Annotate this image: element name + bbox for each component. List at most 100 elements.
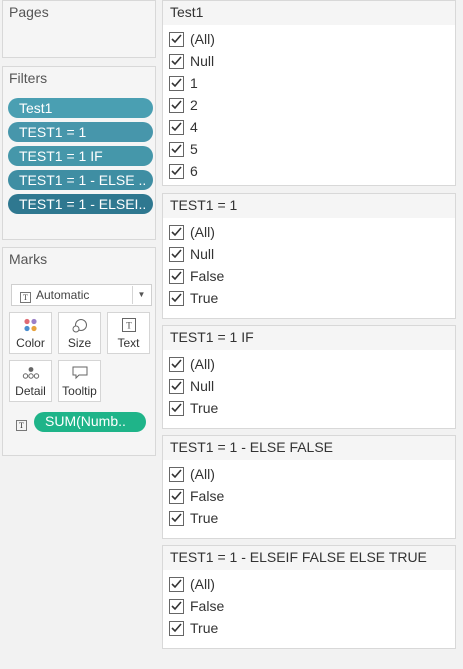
filter-option[interactable]: False — [163, 595, 455, 617]
filter-option[interactable]: 5 — [163, 138, 455, 160]
filter-card: Test1 (All) Null 1 2 4 5 6 — [162, 0, 456, 186]
filter-option-label: (All) — [190, 576, 215, 592]
checkbox-checked-icon[interactable] — [169, 488, 184, 504]
checkbox-checked-icon[interactable] — [169, 356, 184, 372]
filter-option-label: False — [190, 268, 225, 284]
detail-button[interactable]: Detail — [9, 360, 52, 402]
checkbox-checked-icon[interactable] — [169, 400, 184, 416]
filter-option-label: (All) — [190, 356, 215, 372]
filter-card: TEST1 = 1 - ELSEIF FALSE ELSE TRUE (All) F… — [162, 545, 456, 649]
mark-type-value: Automatic — [36, 288, 90, 302]
filter-card: TEST1 = 1 (All) Null False True — [162, 193, 456, 319]
filter-card-title[interactable]: TEST1 = 1 - ELSEIF FALSE ELSE TRUE — [163, 546, 455, 570]
filter-option[interactable]: (All) — [163, 573, 455, 595]
filter-option[interactable]: Null — [163, 243, 455, 265]
filter-pill[interactable]: TEST1 = 1 - ELSE .. — [8, 170, 153, 190]
filter-option-label: 4 — [190, 119, 198, 135]
filter-option-label: 2 — [190, 97, 198, 113]
filter-card: TEST1 = 1 - ELSE FALSE (All) False True — [162, 435, 456, 539]
filter-option-label: False — [190, 488, 225, 504]
filter-option[interactable]: (All) — [163, 353, 455, 375]
filter-option-label: 6 — [190, 163, 198, 179]
marks-card: Marks T Automatic ▼ Color Size T Text Det… — [2, 247, 156, 456]
filter-option[interactable]: (All) — [163, 463, 455, 485]
filter-card-title[interactable]: Test1 — [163, 1, 455, 25]
text-label: Text — [117, 336, 140, 350]
checkbox-checked-icon[interactable] — [169, 510, 184, 526]
color-label: Color — [16, 336, 45, 350]
detail-label: Detail — [15, 384, 46, 398]
filter-option-label: Null — [190, 378, 215, 394]
chevron-down-icon[interactable]: ▼ — [132, 286, 150, 304]
filter-option-label: (All) — [190, 31, 215, 47]
tooltip-label: Tooltip — [62, 384, 97, 398]
checkbox-checked-icon[interactable] — [169, 119, 184, 135]
filter-option[interactable]: Null — [163, 375, 455, 397]
filter-option[interactable]: 6 — [163, 160, 455, 182]
size-button[interactable]: Size — [58, 312, 101, 354]
checkbox-checked-icon[interactable] — [169, 75, 184, 91]
checkbox-checked-icon[interactable] — [169, 141, 184, 157]
filter-option-label: (All) — [190, 224, 215, 240]
filter-card-title[interactable]: TEST1 = 1 IF — [163, 326, 455, 350]
filter-option[interactable]: True — [163, 287, 455, 309]
checkbox-checked-icon[interactable] — [169, 620, 184, 636]
filter-pill[interactable]: TEST1 = 1 - ELSEI.. — [8, 194, 153, 214]
filter-option-label: 5 — [190, 141, 198, 157]
filter-option[interactable]: True — [163, 617, 455, 639]
filter-option-label: 1 — [190, 75, 198, 91]
detail-icon — [22, 367, 39, 379]
mark-type-dropdown[interactable]: T Automatic ▼ — [11, 284, 152, 306]
filter-pill[interactable]: TEST1 = 1 — [8, 122, 153, 142]
filters-shelf[interactable]: Filters Test1 TEST1 = 1 TEST1 = 1 IF TES… — [2, 66, 156, 240]
checkbox-checked-icon[interactable] — [169, 378, 184, 394]
filter-option-label: Null — [190, 53, 215, 69]
checkbox-checked-icon[interactable] — [169, 224, 184, 240]
checkbox-checked-icon[interactable] — [169, 268, 184, 284]
filter-option[interactable]: False — [163, 485, 455, 507]
filter-option[interactable]: (All) — [163, 221, 455, 243]
filter-card-title[interactable]: TEST1 = 1 - ELSE FALSE — [163, 436, 455, 460]
checkbox-checked-icon[interactable] — [169, 97, 184, 113]
color-button[interactable]: Color — [9, 312, 52, 354]
tooltip-icon — [72, 366, 87, 380]
filter-card-title[interactable]: TEST1 = 1 — [163, 194, 455, 218]
checkbox-checked-icon[interactable] — [169, 290, 184, 306]
text-icon: T — [121, 318, 136, 332]
filter-option[interactable]: 2 — [163, 94, 455, 116]
text-mark-icon: T — [20, 292, 31, 303]
filter-pill[interactable]: Test1 — [8, 98, 153, 118]
filter-option-label: True — [190, 400, 219, 416]
filter-option[interactable]: 1 — [163, 72, 455, 94]
filter-option-label: True — [190, 620, 219, 636]
marks-title: Marks — [9, 251, 48, 267]
filters-title: Filters — [9, 70, 48, 86]
filter-option[interactable]: (All) — [163, 28, 455, 50]
text-mark-icon: T — [16, 420, 27, 431]
filter-option[interactable]: True — [163, 507, 455, 529]
filter-option-label: True — [190, 510, 219, 526]
filter-pill[interactable]: TEST1 = 1 IF — [8, 146, 153, 166]
checkbox-checked-icon[interactable] — [169, 53, 184, 69]
checkbox-checked-icon[interactable] — [169, 598, 184, 614]
filter-option[interactable]: Null — [163, 50, 455, 72]
checkbox-checked-icon[interactable] — [169, 576, 184, 592]
size-label: Size — [67, 336, 92, 350]
checkbox-checked-icon[interactable] — [169, 466, 184, 482]
pages-title: Pages — [9, 4, 49, 20]
filter-option-label: Null — [190, 246, 215, 262]
pages-shelf[interactable]: Pages — [2, 0, 156, 58]
filter-option[interactable]: True — [163, 397, 455, 419]
checkbox-checked-icon[interactable] — [169, 246, 184, 262]
size-icon — [72, 319, 87, 333]
filter-option[interactable]: False — [163, 265, 455, 287]
checkbox-checked-icon[interactable] — [169, 31, 184, 47]
filter-option-label: (All) — [190, 466, 215, 482]
filter-option-label: False — [190, 598, 225, 614]
text-button[interactable]: T Text — [107, 312, 150, 354]
tooltip-button[interactable]: Tooltip — [58, 360, 101, 402]
filter-card: TEST1 = 1 IF (All) Null True — [162, 325, 456, 429]
filter-option[interactable]: 4 — [163, 116, 455, 138]
checkbox-checked-icon[interactable] — [169, 163, 184, 179]
measure-pill[interactable]: SUM(Numb.. — [34, 412, 146, 432]
